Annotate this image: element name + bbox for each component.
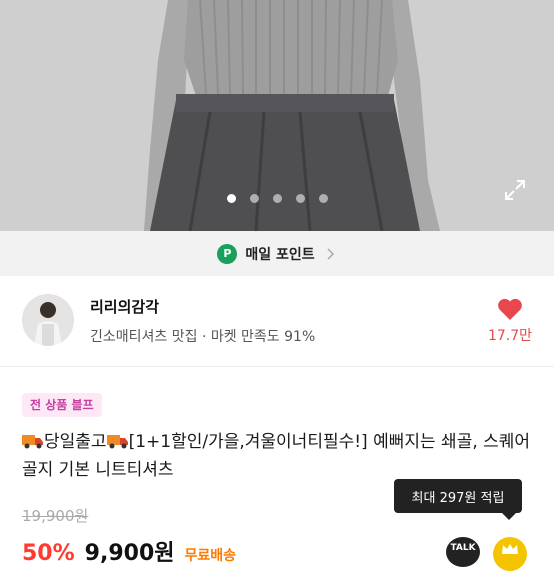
carousel-dot[interactable]	[249, 194, 259, 203]
carousel-dot[interactable]	[295, 194, 305, 203]
delivery-truck-icon	[22, 435, 43, 449]
carousel-dot[interactable]	[318, 194, 328, 203]
carousel-dots[interactable]	[0, 194, 554, 203]
product-title-part1: 당일출고	[44, 432, 107, 452]
crown-coin-icon	[502, 544, 518, 554]
heart-icon[interactable]	[497, 297, 523, 321]
carousel-dot[interactable]	[272, 194, 282, 203]
expand-icon[interactable]	[503, 178, 527, 202]
shop-avatar-image	[22, 294, 74, 346]
product-image[interactable]	[0, 0, 554, 231]
points-badge-icon: P	[217, 243, 238, 264]
like-count: 17.7만	[487, 328, 532, 344]
chevron-right-icon	[327, 247, 334, 260]
delivery-truck-icon	[106, 435, 128, 449]
product-title: 당일출고 [1+1할인/가을,겨울이너티필수!] 예뻐지는 쇄골, 스퀘어 골지…	[22, 428, 532, 484]
shop-subtitle: 긴소매티셔츠 맛집 · 마켓 만족도 91%	[90, 329, 316, 345]
original-price: 19,900원	[22, 507, 89, 525]
shop-info[interactable]: 리리의감각 긴소매티셔츠 맛집 · 마켓 만족도 91% 17.7만	[0, 276, 554, 367]
crown-coin-button[interactable]	[493, 537, 527, 571]
price-row: 50% 9,900원 무료배송	[22, 535, 236, 567]
talk-button[interactable]: TALK	[446, 537, 480, 567]
shop-name[interactable]: 리리의감각	[90, 296, 159, 317]
free-shipping-label: 무료배송	[184, 548, 237, 564]
points-label: 매일 포인트	[245, 246, 315, 263]
carousel-dot[interactable]	[226, 194, 236, 203]
shop-avatar[interactable]	[22, 294, 74, 346]
sale-badge: 전 상품 블프	[22, 393, 102, 417]
daily-points-banner[interactable]: P 매일 포인트	[0, 231, 554, 276]
sale-price: 9,900원	[84, 541, 175, 566]
reward-tooltip: 최대 297원 적립	[394, 479, 522, 520]
